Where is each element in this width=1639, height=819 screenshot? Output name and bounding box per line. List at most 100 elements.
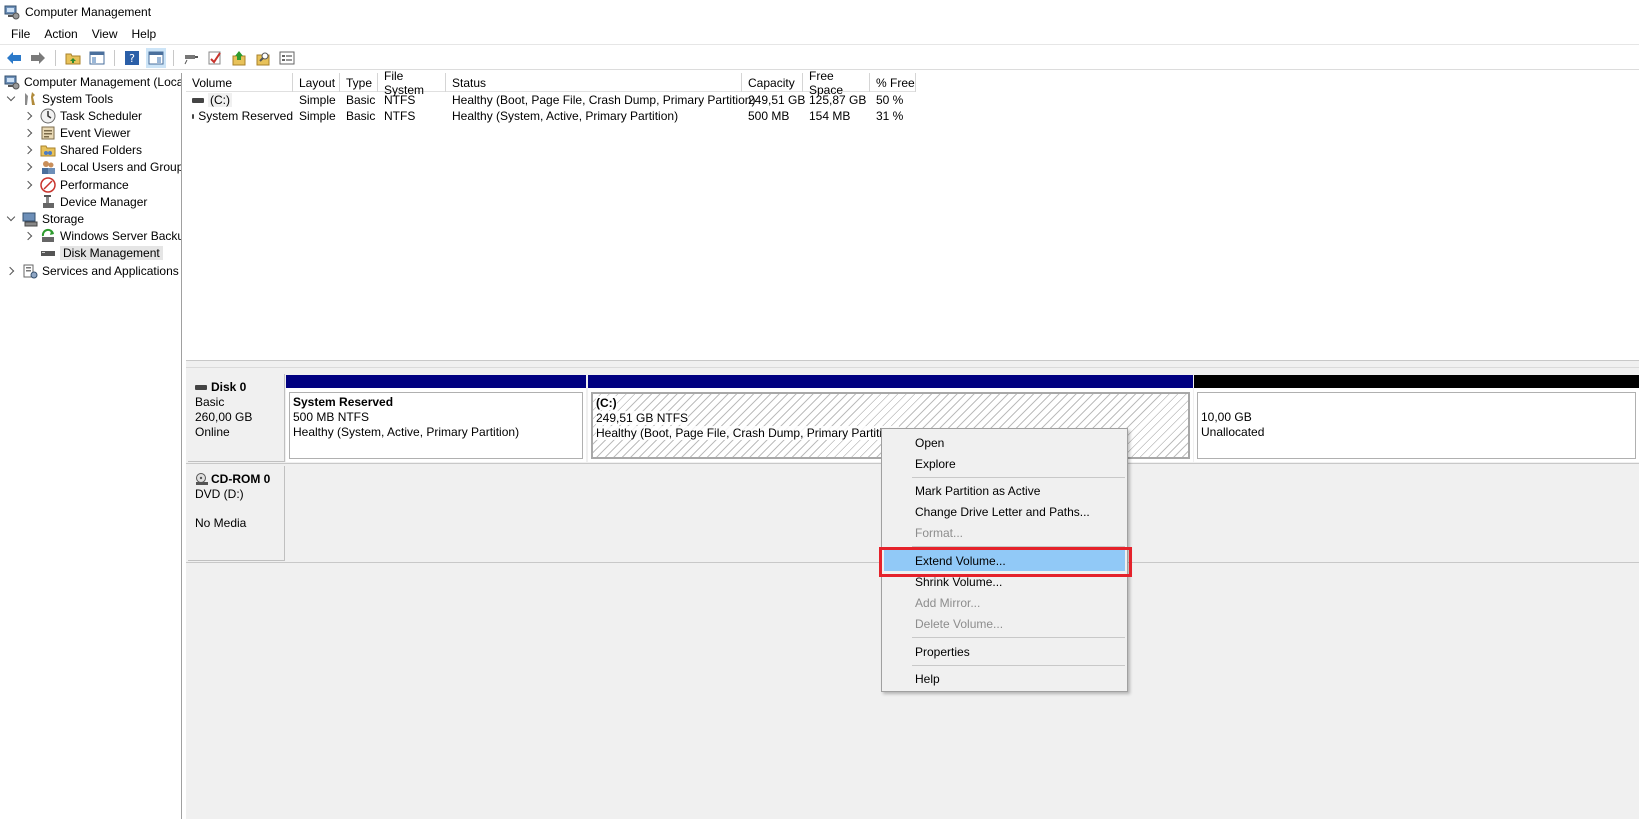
partition-unallocated[interactable]: 10,00 GB Unallocated bbox=[1194, 375, 1639, 462]
show-action-pane-icon[interactable] bbox=[146, 47, 166, 68]
cell-file-system: NTFS bbox=[384, 109, 416, 123]
menu-item-help[interactable]: Help bbox=[884, 668, 1125, 689]
menu-item-change-drive-letter[interactable]: Change Drive Letter and Paths... bbox=[884, 501, 1125, 522]
partition-size: 10,00 GB bbox=[1201, 410, 1252, 424]
column-header-layout[interactable]: Layout bbox=[293, 73, 340, 92]
window-title: Computer Management bbox=[25, 4, 152, 19]
toolbar-separator bbox=[114, 49, 115, 66]
tree-label: System Tools bbox=[42, 92, 114, 106]
export-list-icon[interactable] bbox=[229, 48, 249, 68]
menu-item-delete-volume: Delete Volume... bbox=[915, 616, 1004, 631]
partition-bar bbox=[588, 375, 1193, 388]
tools-icon bbox=[22, 91, 38, 107]
toolbar: ? bbox=[0, 46, 1639, 70]
tree-item-computer-management[interactable]: Computer Management (Local bbox=[4, 73, 182, 91]
partition-system-reserved[interactable]: System Reserved 500 MB NTFS Healthy (Sys… bbox=[286, 375, 586, 462]
toolbar-separator bbox=[55, 49, 56, 66]
disk-management-icon bbox=[40, 245, 56, 261]
connect-icon[interactable] bbox=[181, 48, 201, 68]
partition-status: Unallocated bbox=[1201, 425, 1265, 439]
table-row[interactable]: (C:) Simple Basic NTFS Healthy (Boot, Pa… bbox=[186, 92, 916, 108]
volume-icon bbox=[192, 97, 204, 103]
tree-item-shared-folders[interactable]: Shared Folders bbox=[24, 141, 142, 159]
chevron-right-icon[interactable] bbox=[24, 128, 34, 138]
menu-item-properties[interactable]: Properties bbox=[884, 641, 1125, 662]
menu-separator bbox=[912, 546, 1125, 547]
disk-type: DVD (D:) bbox=[195, 487, 244, 501]
tree-item-task-scheduler[interactable]: Task Scheduler bbox=[24, 107, 142, 125]
partition-size: 500 MB NTFS bbox=[293, 410, 370, 424]
menu-view[interactable]: View bbox=[85, 27, 125, 41]
chevron-right-icon[interactable] bbox=[24, 180, 34, 190]
context-menu: Open Explore Mark Partition as Active Ch… bbox=[881, 428, 1128, 692]
menu-item-mark-partition-active[interactable]: Mark Partition as Active bbox=[884, 480, 1125, 501]
menu-bar: File Action View Help bbox=[0, 23, 1639, 45]
column-header-type[interactable]: Type bbox=[340, 73, 378, 92]
menu-item-explore[interactable]: Explore bbox=[884, 453, 1125, 474]
tree-item-performance[interactable]: Performance bbox=[24, 176, 129, 194]
column-header-volume[interactable]: Volume bbox=[186, 73, 293, 92]
pane-splitter[interactable] bbox=[186, 362, 1639, 368]
search-folder-icon[interactable] bbox=[253, 48, 273, 68]
tree-label: Computer Management (Local bbox=[24, 75, 182, 89]
table-row[interactable]: System Reserved Simple Basic NTFS Health… bbox=[186, 108, 916, 124]
tree-item-system-tools[interactable]: System Tools bbox=[6, 90, 113, 108]
tree-label: Disk Management bbox=[60, 246, 163, 260]
menu-help[interactable]: Help bbox=[125, 27, 164, 41]
menu-item-open[interactable]: Open bbox=[884, 432, 1125, 453]
chevron-right-icon[interactable] bbox=[24, 111, 34, 121]
menu-action[interactable]: Action bbox=[37, 27, 84, 41]
column-header-percent-free[interactable]: % Free bbox=[870, 73, 916, 92]
partition-title: System Reserved bbox=[293, 395, 394, 409]
checklist-icon[interactable] bbox=[205, 48, 225, 68]
tree-item-event-viewer[interactable]: Event Viewer bbox=[24, 124, 130, 142]
tree-label: Windows Server Backup bbox=[60, 229, 182, 243]
forward-icon[interactable] bbox=[28, 48, 48, 68]
back-icon[interactable] bbox=[4, 48, 24, 68]
column-header-file-system[interactable]: File System bbox=[378, 69, 446, 97]
column-header-free-space[interactable]: Free Space bbox=[803, 69, 870, 97]
shared-folder-icon bbox=[40, 142, 56, 158]
help-icon[interactable]: ? bbox=[122, 48, 142, 68]
cdrom-0-label[interactable]: CD-ROM 0 DVD (D:) No Media bbox=[188, 466, 285, 561]
disk-name: CD-ROM 0 bbox=[211, 472, 271, 486]
chevron-right-icon[interactable] bbox=[6, 266, 16, 276]
tree-item-windows-server-backup[interactable]: Windows Server Backup bbox=[24, 227, 182, 245]
tree-item-disk-management[interactable]: Disk Management bbox=[40, 244, 163, 262]
chevron-right-icon[interactable] bbox=[24, 145, 34, 155]
tree-item-device-manager[interactable]: Device Manager bbox=[40, 193, 147, 211]
disk-type: Basic bbox=[195, 395, 225, 409]
disk-state: No Media bbox=[195, 516, 247, 530]
tree-item-services-and-applications[interactable]: Services and Applications bbox=[6, 262, 179, 280]
chevron-down-icon[interactable] bbox=[6, 94, 16, 104]
menu-item-add-mirror: Add Mirror... bbox=[915, 595, 981, 610]
menu-item-shrink-volume[interactable]: Shrink Volume... bbox=[884, 571, 1125, 592]
chevron-right-icon[interactable] bbox=[24, 231, 34, 241]
chevron-down-icon[interactable] bbox=[6, 214, 16, 224]
disk-0-label[interactable]: Disk 0 Basic 260,00 GB Online bbox=[188, 374, 285, 462]
up-folder-icon[interactable] bbox=[63, 48, 83, 68]
menu-item-extend-volume[interactable]: Extend Volume... bbox=[884, 550, 1125, 571]
column-header-capacity[interactable]: Capacity bbox=[742, 73, 803, 92]
title-bar: Computer Management bbox=[0, 0, 1639, 23]
partition-bar bbox=[286, 375, 586, 388]
cell-free-space: 154 MB bbox=[809, 109, 851, 123]
device-manager-icon bbox=[40, 194, 56, 210]
cell-capacity: 500 MB bbox=[748, 109, 790, 123]
partition-status: Healthy (System, Active, Primary Partiti… bbox=[293, 425, 520, 439]
volume-list: Volume Layout Type File System Status Ca… bbox=[186, 69, 1639, 361]
chevron-right-icon[interactable] bbox=[24, 162, 34, 172]
tree-item-storage[interactable]: Storage bbox=[6, 210, 84, 228]
clock-icon bbox=[40, 108, 56, 124]
menu-file[interactable]: File bbox=[4, 27, 37, 41]
event-viewer-icon bbox=[40, 125, 56, 141]
menu-separator bbox=[912, 665, 1125, 666]
volume-icon bbox=[192, 113, 195, 119]
disk-name: Disk 0 bbox=[211, 380, 247, 394]
column-header-status[interactable]: Status bbox=[446, 73, 742, 92]
storage-icon bbox=[22, 211, 38, 227]
tree-item-local-users[interactable]: Local Users and Groups bbox=[24, 158, 181, 176]
show-hide-console-tree-icon[interactable] bbox=[87, 48, 107, 68]
properties-icon[interactable] bbox=[277, 48, 297, 68]
svg-text:?: ? bbox=[129, 52, 135, 65]
